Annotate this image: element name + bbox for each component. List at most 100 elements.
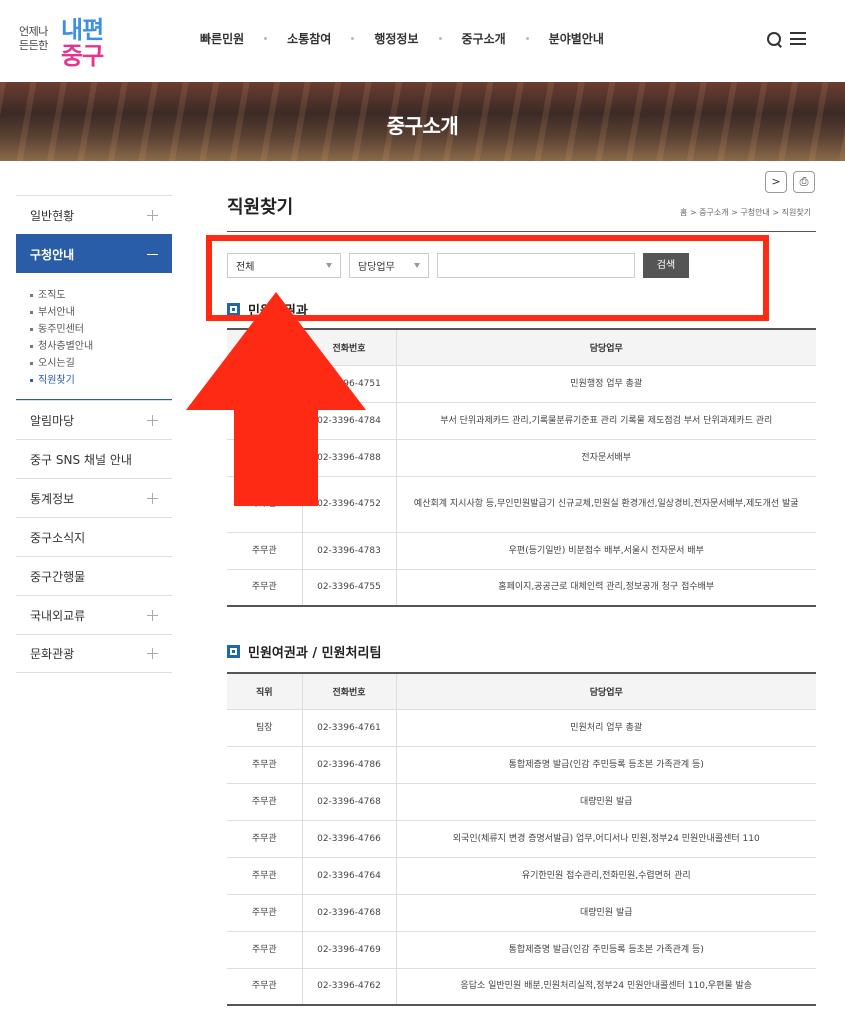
logo[interactable]: 언제나 든든한 내편 중구 — [16, 10, 126, 70]
sidebar-item-label: 통계정보 — [30, 491, 75, 506]
table-row: 주무관 02-3396-4768 대량민원 발급 — [227, 783, 816, 821]
print-icon[interactable]: ⎙ — [793, 171, 815, 193]
cell-position: 주무관 — [227, 569, 302, 607]
subnav-item-directions[interactable]: 오시는길 — [30, 355, 172, 372]
sub-visual-banner: 중구소개 — [0, 82, 845, 161]
cell-duty: 우편(등기일반) 비분접수 배부,서울시 전자문서 배부 — [395, 532, 816, 570]
cell-position: 주무관 — [227, 746, 302, 784]
cell-phone: 02-3396-4755 — [301, 569, 396, 607]
plus-icon — [147, 492, 158, 504]
section-icon — [227, 645, 240, 658]
sidebar-nav: 일반현황 구청안내 조직도 부서안내 동주민센터 청사층별안내 오시는길 직원찾… — [16, 195, 172, 673]
logo-big-text-2: 중구 — [61, 42, 104, 70]
nav-item-communication[interactable]: 소통참여 — [287, 30, 331, 47]
cell-phone: 02-3396-4786 — [301, 746, 396, 784]
subnav-item-community-centers[interactable]: 동주민센터 — [30, 321, 172, 338]
nav-separator — [351, 37, 355, 40]
cell-phone: 02-3396-4783 — [301, 532, 396, 570]
cell-position: 주무관 — [227, 931, 302, 969]
cell-duty: 대량민원 발급 — [395, 894, 816, 932]
table-header-row: 직위 전화번호 담당업무 — [227, 673, 816, 710]
sidebar-item-label: 문화관광 — [30, 647, 75, 661]
cell-phone: 02-3396-4768 — [301, 894, 396, 932]
cell-duty: 통합제증명 발급(인감 주민등록 등초본 가족관계 등) — [395, 931, 816, 969]
table-row: 주무관 02-3396-4764 유기한민원 접수관리,전화민원,수렵면허 관리 — [227, 857, 816, 895]
subnav-item-org-chart[interactable]: 조직도 — [30, 287, 172, 304]
menu-icon[interactable] — [790, 31, 806, 45]
table-row: 팀장 02-3396-4761 민원처리 업무 총괄 — [227, 709, 816, 747]
sidebar-item-label: 구청안내 — [30, 247, 75, 262]
table-row: 주무관 02-3396-4755 홈페이지,공공근로 대체인력 관리,정보공개 … — [227, 569, 816, 607]
nav-separator — [264, 37, 268, 40]
cell-position: 팀장 — [227, 709, 302, 747]
share-icon[interactable]: > — [765, 171, 787, 193]
sidebar-item-label: 알림마당 — [30, 413, 75, 428]
table-row: 주무관 02-3396-4762 응답소 일반민원 배분,민원처리실적,정부24… — [227, 968, 816, 1006]
nav-item-about[interactable]: 중구소개 — [462, 30, 506, 47]
subnav-item-staff-search[interactable]: 직원찾기 — [30, 372, 172, 389]
sidebar-item-culture-tourism[interactable]: 문화관광 — [16, 634, 172, 673]
column-header-duty: 담당업무 — [395, 673, 816, 710]
table-row: 주무관 02-3396-4766 외국인(체류지 변경 증명서발급) 업무,어디… — [227, 820, 816, 858]
cell-phone: 02-3396-4764 — [301, 857, 396, 895]
column-header-duty: 담당업무 — [395, 329, 816, 366]
column-header-position: 직위 — [227, 673, 302, 710]
sidebar-item-label: 중구소식지 — [30, 530, 86, 545]
nav-separator — [525, 37, 529, 40]
sidebar-item-label: 중구간행물 — [30, 569, 86, 584]
subnav-item-floor-guide[interactable]: 청사층별안내 — [30, 338, 172, 355]
title-divider — [227, 231, 816, 232]
cell-position: 주무관 — [227, 857, 302, 895]
sidebar-item-label: 국내외교류 — [30, 608, 86, 623]
plus-icon — [147, 209, 158, 221]
sidebar-subnav: 조직도 부서안내 동주민센터 청사층별안내 오시는길 직원찾기 — [16, 273, 172, 400]
cell-duty: 예산회계 지시사항 등,무인민원발급기 신규교체,민원실 환경개선,일상경비,전… — [395, 476, 816, 533]
cell-phone: 02-3396-4769 — [301, 931, 396, 969]
sidebar-item-label: 일반현황 — [30, 208, 75, 223]
cell-position: 주무관 — [227, 783, 302, 821]
plus-icon — [147, 648, 158, 659]
column-header-phone: 전화번호 — [301, 673, 396, 710]
sidebar-item-statistics[interactable]: 통계정보 — [16, 478, 172, 517]
cell-position: 주무관 — [227, 968, 302, 1006]
cell-position: 주무관 — [227, 820, 302, 858]
cell-duty: 외국인(체류지 변경 증명서발급) 업무,어디서나 민원,정부24 민원안내콜센… — [395, 820, 816, 858]
cell-duty: 유기한민원 접수관리,전화민원,수렵면허 관리 — [395, 857, 816, 895]
arrow-up-icon — [186, 292, 366, 506]
plus-icon — [147, 414, 158, 426]
cell-phone: 02-3396-4766 — [301, 820, 396, 858]
staff-table-2: 직위 전화번호 담당업무 팀장 02-3396-4761 민원처리 업무 총괄 … — [227, 672, 816, 1006]
table-row: 주무관 02-3396-4783 우편(등기일반) 비분접수 배부,서울시 전자… — [227, 532, 816, 570]
table-row: 주무관 02-3396-4769 통합제증명 발급(인감 주민등록 등초본 가족… — [227, 931, 816, 969]
cell-phone: 02-3396-4762 — [301, 968, 396, 1006]
sidebar-item-exchange[interactable]: 국내외교류 — [16, 595, 172, 634]
section-title-2: 민원여권과 / 민원처리팀 — [227, 642, 381, 661]
utility-icons: > ⎙ — [765, 171, 815, 193]
header-icons — [766, 31, 806, 47]
sidebar-item-sns[interactable]: 중구 SNS 채널 안내 — [16, 439, 172, 478]
cell-phone: 02-3396-4768 — [301, 783, 396, 821]
section-title-text: 민원여권과 / 민원처리팀 — [248, 646, 382, 661]
logo-small-text-2: 든든한 — [19, 39, 48, 52]
sidebar-item-newsletter[interactable]: 중구소식지 — [16, 517, 172, 556]
cell-duty: 민원행정 업무 총괄 — [395, 365, 816, 403]
cell-duty: 민원처리 업무 총괄 — [395, 709, 816, 747]
sidebar-item-general-status[interactable]: 일반현황 — [16, 195, 172, 234]
sidebar-item-publications[interactable]: 중구간행물 — [16, 556, 172, 595]
banner-title: 중구소개 — [386, 114, 459, 138]
nav-item-field-guide[interactable]: 분야별안내 — [549, 30, 604, 47]
nav-item-admin-info[interactable]: 행정정보 — [374, 30, 418, 47]
table-row: 주무관 02-3396-4786 통합제증명 발급(인감 주민등록 등초본 가족… — [227, 746, 816, 784]
plus-icon — [147, 609, 158, 621]
sidebar-item-label: 중구 SNS 채널 안내 — [30, 452, 132, 467]
cell-duty: 응답소 일반민원 배분,민원처리실적,정부24 민원안내콜센터 110,우편물 … — [395, 968, 816, 1006]
nav-item-quick[interactable]: 빠른민원 — [200, 30, 244, 47]
nav-separator — [438, 37, 442, 40]
subnav-item-departments[interactable]: 부서안내 — [30, 304, 172, 321]
sidebar-item-office-guide[interactable]: 구청안내 — [16, 234, 172, 273]
minus-icon — [147, 249, 158, 260]
sidebar-item-notice[interactable]: 알림마당 — [16, 400, 172, 439]
search-icon[interactable] — [766, 31, 782, 47]
cell-duty: 전자문서배부 — [395, 439, 816, 477]
cell-position: 주무관 — [227, 894, 302, 932]
